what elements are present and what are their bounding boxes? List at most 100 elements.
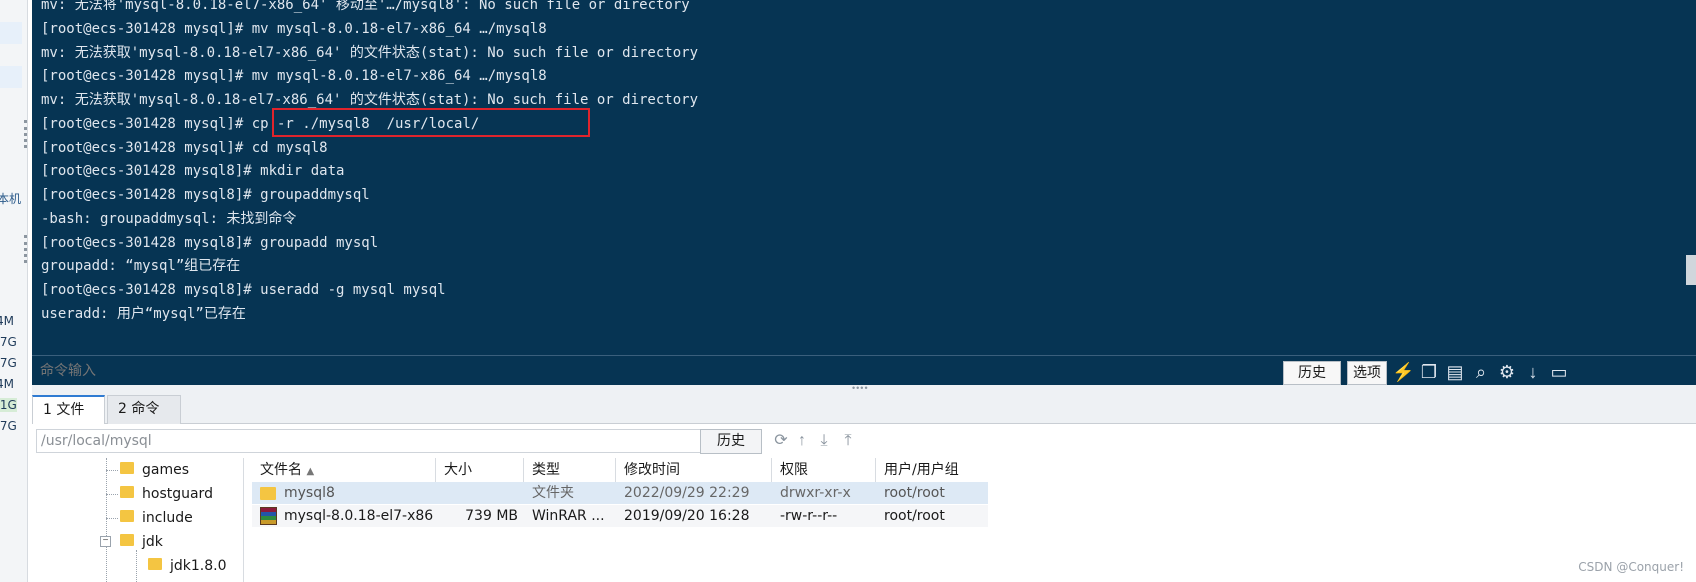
terminal-line: [root@ecs-301428 mysql8]# groupaddmysql [41, 187, 370, 203]
file-owner: root/root [884, 508, 945, 524]
copy-icon[interactable]: ❐ [1418, 361, 1440, 383]
column-header-name[interactable]: 文件名 ▲ [252, 458, 436, 482]
folder-icon [260, 487, 276, 500]
highlight-annotation-box [272, 108, 590, 137]
table-row[interactable]: mysql-8.0.18-el7-x86... 739 MB WinRAR ..… [252, 505, 988, 527]
tab-files[interactable]: 1 文件 [32, 395, 105, 424]
path-bar: /usr/local/mysql 历史 ⟳ ↑ ⤓ ⤒ [32, 425, 1696, 457]
upload-icon[interactable]: ⤒ [838, 431, 858, 451]
disk-size: .1G [0, 398, 17, 412]
file-modified: 2022/09/29 22:29 [624, 485, 750, 501]
tree-item-label: hostguard [142, 486, 213, 502]
terminal-line: useradd: 用户“mysql”已存在 [41, 305, 246, 322]
resize-grip[interactable] [24, 120, 27, 148]
refresh-icon[interactable]: ⟳ [771, 431, 791, 451]
splitter-grip-icon[interactable]: •••• [852, 384, 869, 393]
sort-asc-icon: ▲ [306, 466, 315, 477]
terminal-line: mv: 无法获取'mysql-8.0.18-el7-x86_64' 的文件状态(… [41, 44, 699, 61]
side-row [0, 66, 22, 88]
paste-icon[interactable]: ▤ [1444, 361, 1466, 383]
maximize-icon[interactable]: ▭ [1548, 361, 1570, 383]
file-name: mysql-8.0.18-el7-x86... [284, 508, 434, 524]
column-header-permissions[interactable]: 权限 [772, 458, 876, 482]
rar-archive-icon [260, 507, 277, 525]
side-row [0, 22, 22, 44]
terminal-line: [root@ecs-301428 mysql]# mv mysql-8.0.18… [41, 68, 547, 85]
disk-size: 4M [0, 314, 14, 328]
command-bar: 历史 选项 ⚡ ❐ ▤ ⌕ ⚙ ↓ ▭ [32, 355, 1696, 385]
terminal-output: mv: 无法将'mysql-8.0.18-el7-x86_64' 移动至'…/m… [41, 0, 698, 327]
tree-item-label: games [142, 462, 190, 478]
command-input[interactable] [40, 360, 1340, 382]
tree-connector [136, 550, 137, 582]
file-modified: 2019/09/20 16:28 [624, 508, 750, 524]
path-history-button[interactable]: 历史 [700, 429, 762, 454]
tree-item-label: jdk1.8.0 [170, 558, 227, 574]
terminal-line: [root@ecs-301428 mysql8]# mkdir data [41, 163, 345, 180]
tree-connector [106, 518, 118, 519]
column-header-label: 文件名 [260, 462, 302, 478]
disk-size: .7G [0, 356, 17, 370]
tree-item-include[interactable]: include [120, 506, 193, 530]
terminal-line: mv: 无法将'mysql-8.0.18-el7-x86_64' 移动至'…/m… [41, 0, 690, 13]
directory-tree: − games hostguard include jdk jdk1.8.0 [32, 458, 244, 582]
tree-connector [106, 494, 118, 495]
folder-icon [120, 510, 134, 522]
terminal-scrollbar-thumb[interactable] [1686, 255, 1696, 285]
file-permissions: -rw-r--r-- [780, 508, 838, 524]
tab-commands[interactable]: 2 命令 [107, 395, 181, 424]
file-type: 文件夹 [532, 485, 574, 501]
path-input[interactable]: /usr/local/mysql [36, 429, 726, 453]
download-arrow-icon[interactable]: ↓ [1522, 361, 1544, 383]
search-icon[interactable]: ⌕ [1470, 361, 1492, 383]
tree-item-games[interactable]: games [120, 458, 189, 482]
column-header-type[interactable]: 类型 [524, 458, 616, 482]
column-header-owner[interactable]: 用户/用户组 [876, 458, 988, 482]
panel-splitter[interactable]: •••• [32, 384, 1696, 393]
file-permissions: drwxr-xr-x [780, 485, 851, 501]
terminal-panel[interactable]: mv: 无法将'mysql-8.0.18-el7-x86_64' 移动至'…/m… [32, 0, 1696, 385]
tree-connector [106, 458, 107, 582]
file-size [436, 482, 518, 504]
tree-item-hostguard[interactable]: hostguard [120, 482, 213, 506]
download-icon[interactable]: ⤓ [814, 431, 834, 451]
folder-icon [148, 558, 162, 570]
disk-size: .7G [0, 419, 17, 433]
side-window-label: 本机 [0, 192, 21, 206]
tree-item-jdk[interactable]: jdk [120, 530, 163, 554]
up-icon[interactable]: ↑ [792, 431, 812, 451]
tree-item-jdk1-8-0[interactable]: jdk1.8.0 [148, 554, 227, 578]
tree-item-label: include [142, 510, 193, 526]
disk-size: 4M [0, 377, 14, 391]
terminal-line: groupadd: “mysql”组已存在 [41, 258, 241, 275]
watermark: CSDN @Conquer! [1578, 560, 1684, 574]
table-row[interactable]: mysql8 文件夹 2022/09/29 22:29 drwxr-xr-x r… [252, 482, 988, 504]
gear-icon[interactable]: ⚙ [1496, 361, 1518, 383]
column-header-modified[interactable]: 修改时间 [616, 458, 772, 482]
side-window-strip: 本机 4M .7G .7G 4M .1G .7G [0, 0, 28, 582]
tree-connector [106, 470, 118, 471]
collapse-toggle-icon[interactable]: − [100, 536, 111, 547]
file-type: WinRAR ... [532, 508, 605, 524]
terminal-line: [root@ecs-301428 mysql8]# useradd -g mys… [41, 282, 446, 298]
tab-bar: 1 文件 2 命令 [32, 392, 1696, 424]
column-header-size[interactable]: 大小 [436, 458, 524, 482]
options-button[interactable]: 选项 [1347, 361, 1387, 385]
table-header: 文件名 ▲ 大小 类型 修改时间 权限 用户/用户组 [252, 458, 1032, 482]
file-owner: root/root [884, 485, 945, 501]
disk-size: .7G [0, 335, 17, 349]
terminal-line: -bash: groupaddmysql: 未找到命令 [41, 210, 297, 227]
history-button[interactable]: 历史 [1283, 361, 1341, 385]
folder-icon [120, 534, 134, 546]
file-size: 739 MB [465, 508, 518, 524]
tree-item-label: jdk [142, 534, 163, 550]
folder-icon [120, 486, 134, 498]
terminal-line: [root@ecs-301428 mysql]# cd mysql8 [41, 139, 328, 156]
file-list: 文件名 ▲ 大小 类型 修改时间 权限 用户/用户组 mysql8 文件夹 20… [252, 458, 1696, 582]
terminal-line: [root@ecs-301428 mysql]# mv mysql-8.0.18… [41, 20, 547, 37]
resize-grip[interactable] [24, 235, 27, 263]
file-name: mysql8 [284, 485, 335, 501]
folder-icon [120, 462, 134, 474]
terminal-line: [root@ecs-301428 mysql8]# groupadd mysql [41, 234, 379, 251]
lightning-icon[interactable]: ⚡ [1392, 361, 1414, 383]
